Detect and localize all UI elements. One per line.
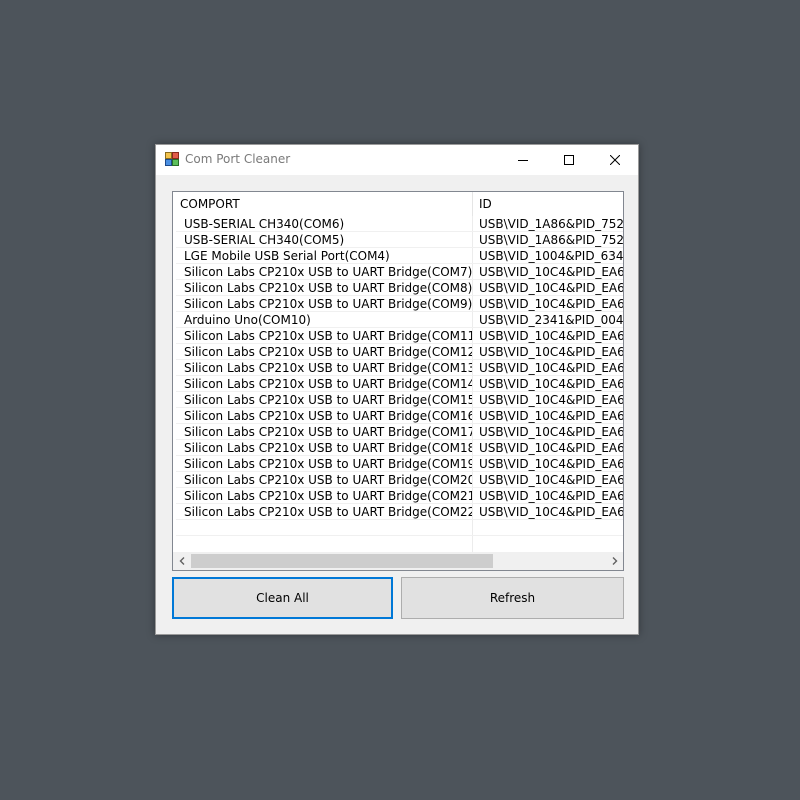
title-bar[interactable]: Com Port Cleaner [156,145,638,175]
list-row[interactable]: Silicon Labs CP210x USB to UART Bridge(C… [173,504,623,520]
comport-cell: Silicon Labs CP210x USB to UART Bridge(C… [184,265,472,279]
id-cell: USB\VID_10C4&PID_EA60 [479,393,623,407]
list-row[interactable]: Silicon Labs CP210x USB to UART Bridge(C… [173,424,623,440]
id-cell: USB\VID_10C4&PID_EA60 [479,377,623,391]
list-row[interactable]: Silicon Labs CP210x USB to UART Bridge(C… [173,408,623,424]
comport-cell: USB-SERIAL CH340(COM6) [184,217,345,231]
comport-cell: Silicon Labs CP210x USB to UART Bridge(C… [184,361,472,375]
list-row[interactable]: Silicon Labs CP210x USB to UART Bridge(C… [173,392,623,408]
list-row[interactable]: Silicon Labs CP210x USB to UART Bridge(C… [173,296,623,312]
id-cell: USB\VID_10C4&PID_EA60 [479,281,623,295]
id-cell: USB\VID_10C4&PID_EA60 [479,457,623,471]
list-row[interactable]: USB-SERIAL CH340(COM5) USB\VID_1A86&PID_7… [173,232,623,248]
id-cell: USB\VID_10C4&PID_EA60 [479,473,623,487]
list-row[interactable]: Silicon Labs CP210x USB to UART Bridge(C… [173,456,623,472]
comport-cell: Silicon Labs CP210x USB to UART Bridge(C… [184,393,472,407]
maximize-icon [564,155,574,165]
comport-cell: Silicon Labs CP210x USB to UART Bridge(C… [184,425,472,439]
refresh-button[interactable]: Refresh [401,577,624,619]
list-row[interactable]: Silicon Labs CP210x USB to UART Bridge(C… [173,280,623,296]
column-header-id[interactable]: ID [479,192,492,216]
comport-cell: Silicon Labs CP210x USB to UART Bridge(C… [184,473,472,487]
list-row[interactable]: Silicon Labs CP210x USB to UART Bridge(C… [173,472,623,488]
maximize-button[interactable] [546,145,592,175]
list-header: COMPORT ID [173,192,623,216]
empty-row [173,520,623,536]
minimize-icon [518,160,528,161]
column-header-comport[interactable]: COMPORT [180,192,240,216]
id-cell: USB\VID_10C4&PID_EA60 [479,441,623,455]
id-cell: USB\VID_1A86&PID_7523 [479,233,623,247]
list-row[interactable]: Silicon Labs CP210x USB to UART Bridge(C… [173,344,623,360]
comport-cell: Silicon Labs CP210x USB to UART Bridge(C… [184,297,472,311]
comport-cell: USB-SERIAL CH340(COM5) [184,233,345,247]
comport-cell: LGE Mobile USB Serial Port(COM4) [184,249,390,263]
id-cell: USB\VID_1004&PID_6344& [479,249,623,263]
comport-cell: Silicon Labs CP210x USB to UART Bridge(C… [184,329,472,343]
id-cell: USB\VID_10C4&PID_EA60 [479,329,623,343]
id-cell: USB\VID_10C4&PID_EA60 [479,489,623,503]
clean-all-button[interactable]: Clean All [172,577,393,619]
comport-cell: Silicon Labs CP210x USB to UART Bridge(C… [184,281,472,295]
com-port-cleaner-window: Com Port Cleaner COMPORT ID USB-SERIAL C… [155,144,639,635]
list-row[interactable]: Arduino Uno(COM10) USB\VID_2341&PID_0043\ [173,312,623,328]
comport-cell: Silicon Labs CP210x USB to UART Bridge(C… [184,441,472,455]
id-cell: USB\VID_10C4&PID_EA60 [479,361,623,375]
list-row[interactable]: USB-SERIAL CH340(COM6) USB\VID_1A86&PID_7… [173,216,623,232]
id-cell: USB\VID_10C4&PID_EA60 [479,409,623,423]
chevron-left-icon [179,557,185,565]
comport-cell: Silicon Labs CP210x USB to UART Bridge(C… [184,409,472,423]
minimize-button[interactable] [500,145,546,175]
close-button[interactable] [592,145,638,175]
window-title: Com Port Cleaner [185,152,291,166]
list-row[interactable]: Silicon Labs CP210x USB to UART Bridge(C… [173,264,623,280]
list-row[interactable]: Silicon Labs CP210x USB to UART Bridge(C… [173,488,623,504]
comport-cell: Silicon Labs CP210x USB to UART Bridge(C… [184,345,472,359]
column-divider[interactable] [472,192,473,216]
list-row[interactable]: LGE Mobile USB Serial Port(COM4) USB\VID_… [173,248,623,264]
list-rows: USB-SERIAL CH340(COM6) USB\VID_1A86&PID_7… [173,216,623,536]
close-icon [610,155,620,165]
chevron-right-icon [612,557,618,565]
comport-cell: Silicon Labs CP210x USB to UART Bridge(C… [184,505,472,519]
comport-cell: Arduino Uno(COM10) [184,313,311,327]
id-cell: USB\VID_2341&PID_0043\ [479,313,623,327]
list-row[interactable]: Silicon Labs CP210x USB to UART Bridge(C… [173,360,623,376]
id-cell: USB\VID_10C4&PID_EA60 [479,297,623,311]
scroll-right-button[interactable] [606,552,623,570]
id-cell: USB\VID_1A86&PID_7523 [479,217,623,231]
comport-cell: Silicon Labs CP210x USB to UART Bridge(C… [184,457,472,471]
app-icon [165,152,179,166]
id-cell: USB\VID_10C4&PID_EA60 [479,505,623,519]
scroll-thumb[interactable] [191,554,493,568]
comport-cell: Silicon Labs CP210x USB to UART Bridge(C… [184,377,472,391]
id-cell: USB\VID_10C4&PID_EA60 [479,265,623,279]
id-cell: USB\VID_10C4&PID_EA60 [479,425,623,439]
scroll-left-button[interactable] [173,552,190,570]
list-row[interactable]: Silicon Labs CP210x USB to UART Bridge(C… [173,440,623,456]
list-row[interactable]: Silicon Labs CP210x USB to UART Bridge(C… [173,376,623,392]
id-cell: USB\VID_10C4&PID_EA60 [479,345,623,359]
horizontal-scrollbar[interactable] [173,552,623,570]
comport-list[interactable]: COMPORT ID USB-SERIAL CH340(COM6) USB\VID… [172,191,624,571]
comport-cell: Silicon Labs CP210x USB to UART Bridge(C… [184,489,472,503]
list-row[interactable]: Silicon Labs CP210x USB to UART Bridge(C… [173,328,623,344]
